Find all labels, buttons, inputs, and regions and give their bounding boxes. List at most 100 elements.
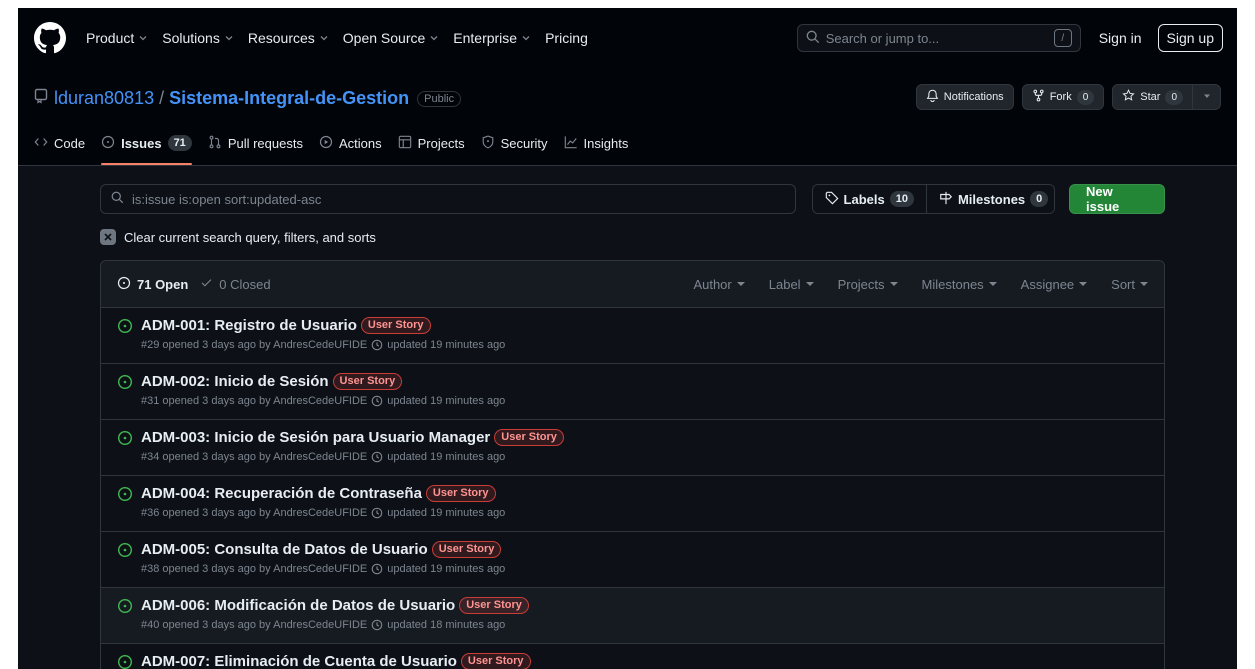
issue-updated-text: updated 19 minutes ago [387, 339, 506, 351]
issue-search-input[interactable]: is:issue is:open sort:updated-asc [100, 184, 796, 214]
closed-count-label: 0 Closed [219, 276, 271, 292]
projects-filter[interactable]: Projects [838, 277, 898, 292]
triangle-down-icon [1203, 91, 1211, 103]
issue-open-status-icon [117, 374, 133, 390]
sign-in-link[interactable]: Sign in [1099, 30, 1142, 46]
issue-row[interactable]: ADM-001: Registro de Usuario User Story … [101, 308, 1164, 364]
tab-insights-label: Insights [583, 135, 629, 151]
clock-icon [371, 451, 383, 463]
triangle-down-icon [1140, 282, 1148, 286]
issue-row[interactable]: ADM-006: Modificación de Datos de Usuari… [101, 588, 1164, 644]
star-count: 0 [1165, 89, 1183, 105]
issue-label[interactable]: User Story [425, 485, 496, 502]
issue-row[interactable]: ADM-002: Inicio de Sesión User Story #31… [101, 364, 1164, 420]
issue-meta: #34 opened 3 days ago by AndresCedeUFIDE… [141, 451, 1164, 463]
issue-open-status-icon [117, 654, 133, 669]
issue-updated-text: updated 19 minutes ago [387, 563, 506, 575]
issue-label[interactable]: User Story [431, 541, 502, 558]
new-issue-button[interactable]: New issue [1069, 184, 1165, 214]
nav-resources[interactable]: Resources [248, 30, 329, 46]
issue-title-link[interactable]: ADM-002: Inicio de Sesión [141, 373, 329, 390]
nav-pricing[interactable]: Pricing [545, 30, 588, 46]
chevron-down-icon [521, 33, 531, 43]
issue-label[interactable]: User Story [332, 373, 403, 390]
notifications-button[interactable]: Notifications [915, 84, 1014, 110]
open-issues-toggle[interactable]: 71 Open [117, 276, 188, 293]
repo-owner-link[interactable]: lduran80813 [54, 88, 154, 109]
tab-actions[interactable]: Actions [319, 121, 382, 165]
triangle-down-icon [889, 282, 898, 286]
issue-updated-text: updated 19 minutes ago [387, 507, 506, 519]
issue-meta-text: #29 opened 3 days ago by AndresCedeUFIDE [141, 339, 368, 351]
star-button[interactable]: Star 0 [1112, 84, 1193, 110]
issue-label[interactable]: User Story [494, 429, 564, 446]
labels-label: Labels [843, 191, 885, 207]
global-search-input[interactable]: Search or jump to... / [796, 24, 1081, 52]
graph-icon [564, 135, 578, 152]
issue-meta-text: #34 opened 3 days ago by AndresCedeUFIDE [141, 451, 368, 463]
tab-projects[interactable]: Projects [398, 121, 465, 165]
issue-search-query: is:issue is:open sort:updated-asc [132, 191, 322, 207]
assignee-filter[interactable]: Assignee [1021, 277, 1088, 292]
label-filter[interactable]: Label [769, 277, 814, 292]
milestones-filter[interactable]: Milestones [922, 277, 997, 292]
issue-filters: is:issue is:open sort:updated-asc Labels… [100, 184, 1165, 214]
issue-row[interactable]: ADM-005: Consulta de Datos de Usuario Us… [101, 532, 1164, 588]
tab-code[interactable]: Code [34, 121, 85, 165]
nav-product[interactable]: Product [86, 30, 148, 46]
labels-button[interactable]: Labels 10 [812, 185, 926, 213]
tab-issues[interactable]: Issues 71 [101, 121, 192, 165]
issue-row[interactable]: ADM-004: Recuperación de Contraseña User… [101, 476, 1164, 532]
issue-title-link[interactable]: ADM-001: Registro de Usuario [141, 317, 357, 334]
search-icon [111, 191, 124, 207]
issue-row[interactable]: ADM-003: Inicio de Sesión para Usuario M… [101, 420, 1164, 476]
sign-up-button[interactable]: Sign up [1157, 24, 1223, 52]
issue-open-status-icon [117, 542, 133, 558]
table-icon [398, 135, 412, 152]
clear-filters-text: Clear current search query, filters, and… [124, 229, 376, 245]
fork-label: Fork [1049, 91, 1072, 103]
tab-insights[interactable]: Insights [564, 121, 629, 165]
issue-title-link[interactable]: ADM-005: Consulta de Datos de Usuario [141, 541, 428, 558]
issue-label[interactable]: User Story [459, 597, 529, 614]
milestone-icon [939, 191, 953, 208]
sort-filter[interactable]: Sort [1111, 277, 1148, 292]
notifications-label: Notifications [943, 91, 1004, 103]
star-list-dropdown[interactable] [1193, 84, 1221, 110]
github-window: Product Solutions Resources Open Source … [18, 8, 1237, 669]
author-filter[interactable]: Author [693, 277, 745, 292]
triangle-down-icon [1079, 282, 1088, 286]
shield-icon [481, 134, 495, 152]
issue-meta-text: #31 opened 3 days ago by AndresCedeUFIDE [141, 395, 368, 407]
tab-pull-requests-label: Pull requests [227, 135, 303, 151]
code-icon [34, 135, 48, 152]
issue-list-header: 71 Open 0 Closed Author Label Projects M… [101, 261, 1164, 308]
issue-label[interactable]: User Story [460, 653, 531, 669]
issue-row[interactable]: ADM-007: Eliminación de Cuenta de Usuari… [101, 644, 1164, 669]
repo-name-link[interactable]: Sistema-Integral-de-Gestion [169, 88, 409, 109]
nav-enterprise[interactable]: Enterprise [453, 30, 531, 46]
github-logo-icon[interactable] [34, 22, 66, 54]
issue-list-filters: Author Label Projects Milestones Assigne… [669, 277, 1148, 292]
chevron-down-icon [138, 33, 148, 43]
nav-open-source[interactable]: Open Source [343, 30, 440, 46]
closed-issues-toggle[interactable]: 0 Closed [200, 276, 271, 292]
milestones-button[interactable]: Milestones 0 [925, 185, 1055, 213]
issue-title-link[interactable]: ADM-004: Recuperación de Contraseña [141, 485, 422, 502]
issue-title-link[interactable]: ADM-003: Inicio de Sesión para Usuario M… [141, 429, 490, 446]
issue-label[interactable]: User Story [360, 317, 431, 334]
issue-meta: #38 opened 3 days ago by AndresCedeUFIDE… [141, 563, 1164, 575]
global-header: Product Solutions Resources Open Source … [18, 8, 1237, 68]
tab-security[interactable]: Security [481, 121, 548, 165]
labels-milestones-group: Labels 10 Milestones 0 [811, 184, 1056, 214]
tab-pull-requests[interactable]: Pull requests [208, 121, 303, 165]
triangle-down-icon [988, 282, 997, 286]
clear-filters-link[interactable]: Clear current search query, filters, and… [100, 229, 376, 245]
issue-title-link[interactable]: ADM-006: Modificación de Datos de Usuari… [141, 597, 455, 614]
fork-button[interactable]: Fork 0 [1021, 84, 1105, 110]
main-nav: Product Solutions Resources Open Source … [86, 30, 602, 46]
issue-meta-text: #38 opened 3 days ago by AndresCedeUFIDE [141, 563, 368, 575]
issue-title-link[interactable]: ADM-007: Eliminación de Cuenta de Usuari… [141, 653, 457, 669]
nav-solutions[interactable]: Solutions [162, 30, 234, 46]
tab-actions-label: Actions [338, 135, 382, 151]
